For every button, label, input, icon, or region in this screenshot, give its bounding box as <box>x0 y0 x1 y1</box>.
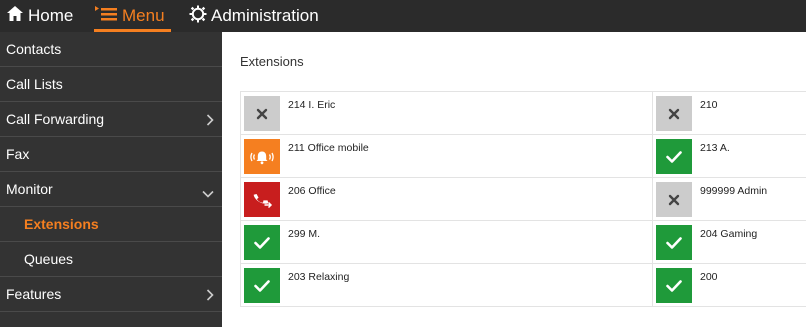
home-nav[interactable]: Home <box>6 0 73 32</box>
extension-cell[interactable]: 206 Office <box>240 178 653 220</box>
sidebar-item-label: Contacts <box>6 41 62 57</box>
extension-label: 206 Office <box>288 185 336 197</box>
phone-outgoing-icon <box>251 191 273 209</box>
check-icon <box>666 150 682 163</box>
sidebar-item-label: Call Forwarding <box>6 111 105 127</box>
sidebar-item-label: Queues <box>24 251 74 267</box>
home-label: Home <box>28 6 74 25</box>
x-icon <box>668 108 680 120</box>
chevron-down-icon <box>202 185 214 201</box>
administration-label: Administration <box>211 6 319 25</box>
table-row: 211 Office mobile 213 A. <box>240 135 806 178</box>
extension-label: 203 Relaxing <box>288 271 350 283</box>
x-icon <box>256 108 268 120</box>
gear-icon <box>189 5 211 28</box>
sidebar: Contacts Call Lists Call Forwarding Fax … <box>0 32 222 327</box>
sidebar-item-extensions[interactable]: Extensions <box>0 207 222 242</box>
menu-nav[interactable]: Menu <box>94 0 165 32</box>
x-icon <box>668 194 680 206</box>
status-badge <box>244 182 280 217</box>
sidebar-item-queues[interactable]: Queues <box>0 242 222 277</box>
chevron-right-icon <box>206 288 214 304</box>
extension-label: 214 I. Eric <box>288 99 336 111</box>
extension-label: 211 Office mobile <box>288 142 369 154</box>
sidebar-item-label: Monitor <box>6 181 53 197</box>
status-badge <box>244 225 280 260</box>
status-badge <box>244 268 280 303</box>
page-title: Extensions <box>240 54 304 69</box>
status-badge <box>656 225 692 260</box>
hamburger-icon <box>94 4 122 29</box>
extension-label: 999999 Admin <box>700 185 768 197</box>
extension-cell[interactable]: 299 M. <box>240 221 653 263</box>
status-badge <box>656 96 692 131</box>
extension-cell[interactable]: 214 I. Eric <box>240 92 653 134</box>
table-row: 299 M. 204 Gaming <box>240 221 806 264</box>
check-icon <box>254 279 270 292</box>
check-icon <box>666 236 682 249</box>
table-row: 214 I. Eric 210 <box>240 92 806 135</box>
extension-cell[interactable]: 210 <box>653 92 806 134</box>
status-badge <box>656 139 692 174</box>
check-icon <box>254 236 270 249</box>
extension-cell[interactable]: 204 Gaming <box>653 221 806 263</box>
sidebar-item-label: Features <box>6 286 62 302</box>
sidebar-item-label: Extensions <box>24 216 99 232</box>
extension-cell[interactable]: 200 <box>653 264 806 306</box>
extension-cell[interactable]: 999999 Admin <box>653 178 806 220</box>
extension-cell[interactable]: 203 Relaxing <box>240 264 653 306</box>
home-icon <box>6 5 28 27</box>
status-badge <box>244 139 280 174</box>
sidebar-item-call-forwarding[interactable]: Call Forwarding <box>0 102 222 137</box>
extension-label: 200 <box>700 271 718 283</box>
table-row: 206 Office 999999 Admin <box>240 178 806 221</box>
status-badge <box>656 268 692 303</box>
bell-ringing-icon <box>249 149 275 165</box>
sidebar-item-label: Fax <box>6 146 30 162</box>
extensions-grid: 214 I. Eric 210 211 Office mobile 213 A. 206… <box>240 91 806 307</box>
top-bar: Home Menu Administration <box>0 0 806 32</box>
table-row: 203 Relaxing 200 <box>240 264 806 307</box>
check-icon <box>666 279 682 292</box>
extension-label: 204 Gaming <box>700 228 758 240</box>
administration-nav[interactable]: Administration <box>189 0 319 32</box>
status-badge <box>244 96 280 131</box>
chevron-right-icon <box>206 113 214 129</box>
sidebar-item-features[interactable]: Features <box>0 277 222 312</box>
sidebar-item-contacts[interactable]: Contacts <box>0 32 222 67</box>
extension-cell[interactable]: 213 A. <box>653 135 806 177</box>
main-panel: Extensions 214 I. Eric 210 211 Office mobi… <box>222 32 806 327</box>
sidebar-item-call-lists[interactable]: Call Lists <box>0 67 222 102</box>
extension-cell[interactable]: 211 Office mobile <box>240 135 653 177</box>
extension-label: 210 <box>700 99 718 111</box>
sidebar-item-monitor[interactable]: Monitor <box>0 172 222 207</box>
status-badge <box>656 182 692 217</box>
sidebar-item-fax[interactable]: Fax <box>0 137 222 172</box>
menu-label: Menu <box>122 6 165 25</box>
extension-label: 299 M. <box>288 228 321 240</box>
sidebar-item-label: Call Lists <box>6 76 63 92</box>
extension-label: 213 A. <box>700 142 730 154</box>
